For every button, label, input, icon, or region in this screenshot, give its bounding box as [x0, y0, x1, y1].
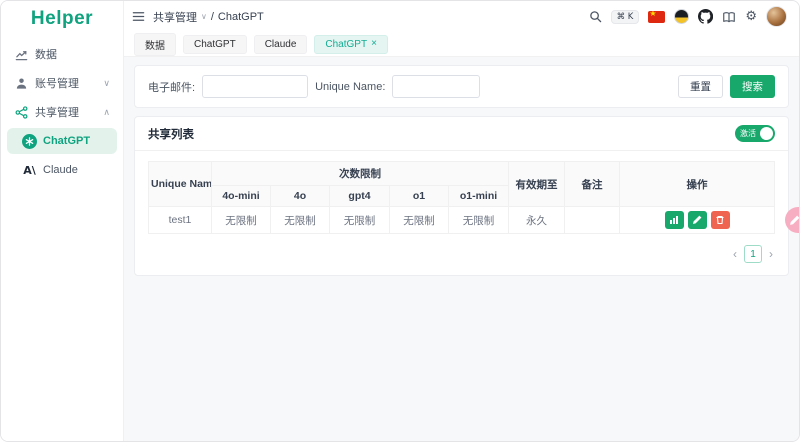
- next-page-icon[interactable]: ›: [769, 248, 773, 260]
- sidebar-item-sharing[interactable]: 共享管理 ∧: [7, 99, 117, 125]
- breadcrumb-page: ChatGPT: [218, 11, 264, 23]
- sidebar-item-chatgpt[interactable]: ChatGPT: [7, 128, 117, 154]
- sidebar-item-label: ChatGPT: [43, 135, 90, 147]
- reset-button[interactable]: 重置: [678, 75, 723, 98]
- col-unique-name: Unique Name: [149, 162, 212, 207]
- docs-book-icon[interactable]: [722, 10, 736, 24]
- share-list-title: 共享列表: [148, 126, 194, 142]
- col-4o-mini: 4o-mini: [212, 186, 271, 207]
- sidebar-item-claude[interactable]: A\ Claude: [7, 157, 117, 183]
- share-list-header: 共享列表 激活: [135, 117, 788, 151]
- cell-limit-gpt4: 无限制: [330, 207, 390, 234]
- language-flag-cn[interactable]: ★: [648, 11, 665, 23]
- toggle-label: 激活: [740, 128, 756, 139]
- breadcrumb: 共享管理 ∨ / ChatGPT: [153, 9, 264, 25]
- cell-unique-name: test1: [149, 207, 212, 234]
- sidebar-item-accounts[interactable]: 账号管理 ∨: [7, 70, 117, 96]
- cell-limit-o1: 无限制: [390, 207, 449, 234]
- tab-claude[interactable]: Claude: [254, 35, 308, 54]
- search-button[interactable]: 搜索: [730, 75, 775, 98]
- col-actions: 操作: [620, 162, 775, 207]
- chevron-down-icon: ∨: [201, 12, 207, 21]
- sidebar-item-label: 数据: [35, 46, 57, 62]
- sidebar-nav: 数据 账号管理 ∨ 共享管理 ∧: [1, 37, 123, 190]
- shortcut-badge: ⌘ K: [611, 10, 640, 24]
- col-4o: 4o: [271, 186, 330, 207]
- user-icon: [14, 76, 29, 91]
- email-field[interactable]: [202, 75, 308, 98]
- search-icon[interactable]: [589, 10, 602, 23]
- chevron-up-icon: ∧: [103, 107, 110, 118]
- breadcrumb-section[interactable]: 共享管理: [153, 9, 197, 25]
- col-o1-mini: o1-mini: [449, 186, 509, 207]
- cell-actions: [620, 207, 775, 234]
- prev-page-icon[interactable]: ‹: [733, 248, 737, 260]
- stats-button[interactable]: [665, 211, 684, 229]
- main-area: 共享管理 ∨ / ChatGPT ⌘ K ★: [124, 1, 799, 441]
- unique-name-field[interactable]: [392, 75, 480, 98]
- chevron-down-icon: ∨: [103, 78, 110, 89]
- col-gpt4: gpt4: [330, 186, 390, 207]
- tabbar: 数据 ChatGPT Claude ChatGPT ×: [124, 32, 799, 57]
- pencil-icon: [789, 215, 800, 226]
- email-label: 电子邮件:: [148, 79, 195, 95]
- topbar-actions: ⌘ K ★ ⚙: [589, 6, 787, 27]
- edit-button[interactable]: [688, 211, 707, 229]
- col-o1: o1: [390, 186, 449, 207]
- content-area: 电子邮件: Unique Name: 重置 搜索 共享列表 激活: [124, 57, 799, 441]
- cell-valid-until: 永久: [509, 207, 565, 234]
- tab-chatgpt[interactable]: ChatGPT: [183, 35, 247, 54]
- theme-toggle-icon[interactable]: [674, 9, 689, 24]
- toggle-knob: [760, 127, 773, 140]
- tab-label: ChatGPT: [325, 39, 367, 50]
- user-avatar[interactable]: [766, 6, 787, 27]
- app-logo: Helper: [1, 1, 123, 37]
- close-icon[interactable]: ×: [371, 39, 377, 49]
- flag-star-icon: ★: [649, 11, 656, 18]
- settings-gear-icon[interactable]: ⚙: [745, 10, 757, 23]
- page-number[interactable]: 1: [744, 245, 762, 263]
- cell-limit-4o: 无限制: [271, 207, 330, 234]
- share-icon: [14, 105, 29, 120]
- unique-name-label: Unique Name:: [315, 81, 385, 93]
- share-list-card: 共享列表 激活 Unique Name 次数限制: [134, 116, 789, 276]
- cell-limit-o1-mini: 无限制: [449, 207, 509, 234]
- sidebar-item-label: 账号管理: [35, 75, 79, 91]
- topbar: 共享管理 ∨ / ChatGPT ⌘ K ★: [124, 1, 799, 32]
- sidebar-item-data[interactable]: 数据: [7, 41, 117, 67]
- col-remark: 备注: [565, 162, 620, 207]
- tab-chatgpt-active[interactable]: ChatGPT ×: [314, 35, 388, 54]
- sidebar-item-label: Claude: [43, 164, 78, 176]
- cell-remark: [565, 207, 620, 234]
- sidebar-collapse-icon[interactable]: [132, 10, 145, 23]
- anthropic-icon: A\: [22, 163, 37, 178]
- table-row: test1 无限制 无限制 无限制 无限制 无限制 永久: [149, 207, 775, 234]
- tab-label: Claude: [265, 39, 297, 50]
- col-group-limits: 次数限制: [212, 162, 509, 186]
- share-table: Unique Name 次数限制 有效期至 备注 操作 4o-mini 4o g…: [148, 161, 775, 234]
- chart-icon: [14, 47, 29, 62]
- pagination: ‹ 1 ›: [135, 234, 788, 275]
- sidebar-item-label: 共享管理: [35, 104, 79, 120]
- openai-icon: [22, 134, 37, 149]
- sidebar: Helper 数据 账号管理 ∨: [1, 1, 124, 441]
- tab-label: ChatGPT: [194, 39, 236, 50]
- breadcrumb-separator: /: [211, 11, 214, 23]
- app-window: Helper 数据 账号管理 ∨: [0, 0, 800, 442]
- search-form-card: 电子邮件: Unique Name: 重置 搜索: [134, 65, 789, 108]
- active-toggle[interactable]: 激活: [735, 125, 775, 142]
- cell-limit-4o-mini: 无限制: [212, 207, 271, 234]
- col-valid-until: 有效期至: [509, 162, 565, 207]
- github-icon[interactable]: [698, 9, 713, 24]
- delete-button[interactable]: [711, 211, 730, 229]
- tab-label: 数据: [145, 37, 165, 52]
- tab-data[interactable]: 数据: [134, 33, 176, 56]
